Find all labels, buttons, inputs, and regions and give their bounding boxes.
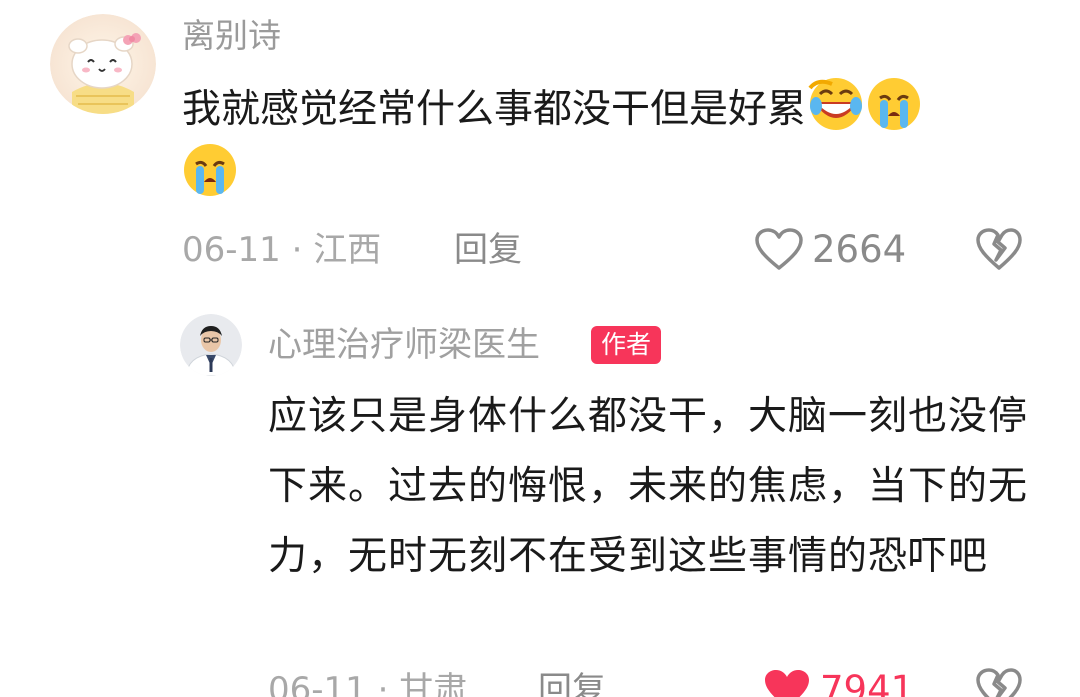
reply-button[interactable]: 回复	[454, 228, 522, 272]
avatar[interactable]	[50, 14, 156, 114]
broken-heart-icon	[976, 228, 1022, 270]
author-badge: 作者	[591, 326, 662, 364]
reply-like-button[interactable]: 7941	[762, 668, 914, 697]
like-count: 2664	[812, 228, 907, 271]
cartoon-avatar-icon	[50, 14, 156, 114]
author-avatar[interactable]	[180, 314, 242, 376]
crying-emoji-icon	[182, 142, 238, 198]
dislike-button[interactable]	[975, 228, 1023, 272]
meta-separator: ·	[377, 670, 389, 697]
reply-like-count: 7941	[820, 668, 915, 697]
laughing-crying-emoji-icon	[808, 76, 864, 132]
comment-date: 06-11	[182, 230, 281, 270]
crying-emoji-icon	[866, 76, 922, 132]
heart-filled-icon	[765, 670, 809, 697]
reply-reply-button[interactable]: 回复	[538, 668, 606, 697]
reply-dislike-button[interactable]	[975, 668, 1023, 697]
comment-text: 我就感觉经常什么事都没干但是好累	[182, 76, 1042, 208]
comment-location: 江西	[313, 230, 382, 270]
broken-heart-icon	[976, 668, 1022, 697]
author-name[interactable]: 心理治疗师梁医生	[268, 322, 540, 368]
comment-body: 我就感觉经常什么事都没干但是好累	[182, 87, 807, 132]
comment-meta: 06-11 · 江西	[182, 228, 381, 272]
reply-meta: 06-11 · 甘肃	[268, 668, 467, 697]
reply-text: 应该只是身体什么都没干，大脑一刻也没停下来。过去的悔恨，未来的焦虑，当下的无力，…	[268, 394, 1029, 579]
reply-location: 甘肃	[399, 670, 468, 697]
comment-thread: 离别诗 我就感觉经常什么事都没干但是好累 06-11 · 江西 回复 2664 …	[0, 0, 1080, 697]
heart-outline-icon	[755, 228, 803, 270]
username[interactable]: 离别诗	[182, 14, 281, 58]
like-button[interactable]: 2664	[754, 228, 906, 272]
meta-separator: ·	[291, 230, 303, 270]
doctor-avatar-icon	[180, 314, 242, 376]
reply-date: 06-11	[268, 670, 367, 697]
